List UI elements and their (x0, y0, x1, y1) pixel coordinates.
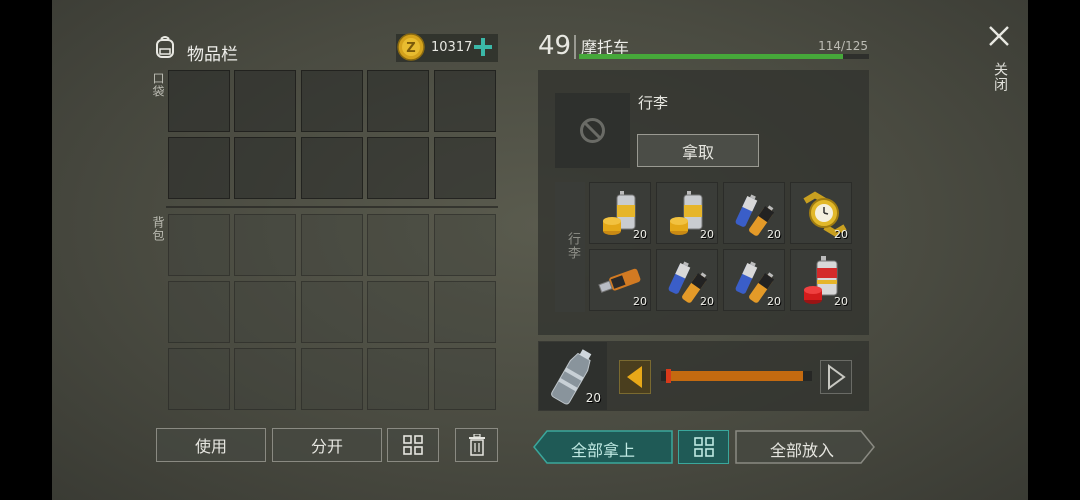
backpack-icon (152, 34, 178, 60)
item-quantity: 20 (834, 295, 848, 308)
container-item-slot[interactable]: 20 (656, 182, 718, 244)
item-quantity: 20 (633, 228, 647, 241)
pocket-slot[interactable] (168, 70, 230, 132)
grid-label: 行李 (565, 232, 580, 260)
backpack-slot[interactable] (234, 348, 296, 410)
put-all-label: 全部放入 (769, 441, 834, 460)
container-item-slot[interactable]: 20 (589, 249, 651, 311)
durability-bar (579, 54, 869, 59)
backpack-label: 背包 (151, 216, 165, 242)
grid-icon (693, 437, 714, 457)
backpack-slot[interactable] (168, 281, 230, 343)
game-screen: 物品栏 Z 10317 口袋 背包 使用 分开 49 摩托车 114/125 行… (52, 0, 1028, 500)
take-all-button[interactable]: 全部拿上 (533, 430, 673, 464)
pocket-slot[interactable] (367, 70, 429, 132)
item-quantity: 20 (767, 295, 781, 308)
container-item-slot[interactable]: 20 (723, 182, 785, 244)
backpack-slot[interactable] (434, 281, 496, 343)
section-divider (166, 206, 498, 208)
equip-slot[interactable] (555, 93, 630, 168)
quantity-slider[interactable] (661, 369, 812, 383)
trash-icon (468, 434, 485, 456)
pocket-slot[interactable] (234, 70, 296, 132)
close-label: 关闭 (992, 62, 1008, 92)
container-item-slot[interactable]: 20 (723, 249, 785, 311)
container-item-slot[interactable]: 20 (790, 249, 852, 311)
take-button[interactable]: 拿取 (637, 134, 759, 167)
sort-button[interactable] (387, 428, 439, 462)
transfer-quantity: 20 (585, 391, 601, 405)
equip-slot-title: 行李 (638, 94, 669, 112)
pocket-slot[interactable] (301, 70, 363, 132)
empty-slot-icon (580, 118, 605, 143)
pocket-slot[interactable] (301, 137, 363, 199)
chevron-right-icon (828, 364, 846, 390)
chevron-left-icon (627, 366, 642, 388)
decrease-button[interactable] (619, 360, 651, 394)
container-item-slot[interactable]: 20 (790, 182, 852, 244)
backpack-slot[interactable] (234, 214, 296, 276)
item-quantity: 20 (767, 228, 781, 241)
item-quantity: 20 (633, 295, 647, 308)
backpack-slot[interactable] (301, 348, 363, 410)
pocket-label: 口袋 (151, 72, 165, 98)
close-icon (989, 26, 1009, 46)
sort-container-button[interactable] (678, 430, 729, 464)
container-level: 49 (538, 31, 572, 61)
use-button[interactable]: 使用 (156, 428, 266, 462)
backpack-slot[interactable] (367, 214, 429, 276)
slider-fill (665, 371, 803, 381)
item-quantity: 20 (700, 228, 714, 241)
split-button[interactable]: 分开 (272, 428, 382, 462)
backpack-slot[interactable] (434, 348, 496, 410)
increase-button[interactable] (820, 360, 852, 394)
pocket-slot[interactable] (367, 137, 429, 199)
slider-handle[interactable] (665, 369, 671, 383)
coin-icon: Z (397, 33, 425, 61)
backpack-slot[interactable] (168, 214, 230, 276)
backpack-slot[interactable] (434, 214, 496, 276)
add-coins-button[interactable] (472, 36, 494, 58)
header-divider (574, 35, 576, 59)
pocket-slot[interactable] (168, 137, 230, 199)
coin-count: 10317 (431, 40, 473, 55)
backpack-slot[interactable] (234, 281, 296, 343)
trash-button[interactable] (455, 428, 498, 462)
inventory-title: 物品栏 (187, 45, 238, 65)
backpack-slot[interactable] (168, 348, 230, 410)
container-durability: 114/125 (818, 39, 868, 53)
pocket-slot[interactable] (234, 137, 296, 199)
backpack-slot[interactable] (367, 348, 429, 410)
grid-icon (403, 435, 423, 455)
transfer-item-slot: 20 (539, 342, 607, 410)
backpack-slot[interactable] (301, 214, 363, 276)
close-button[interactable]: 关闭 (987, 24, 1011, 100)
backpack-slot[interactable] (301, 281, 363, 343)
put-all-button[interactable]: 全部放入 (735, 430, 875, 464)
durability-fill (579, 54, 844, 59)
item-quantity: 20 (834, 228, 848, 241)
plus-icon (474, 38, 492, 56)
container-item-slot[interactable]: 20 (656, 249, 718, 311)
take-all-label: 全部拿上 (570, 441, 635, 460)
backpack-slot[interactable] (367, 281, 429, 343)
pocket-slot[interactable] (434, 137, 496, 199)
container-item-slot[interactable]: 20 (589, 182, 651, 244)
svg-text:Z: Z (406, 41, 415, 56)
item-quantity: 20 (700, 295, 714, 308)
pocket-slot[interactable] (434, 70, 496, 132)
